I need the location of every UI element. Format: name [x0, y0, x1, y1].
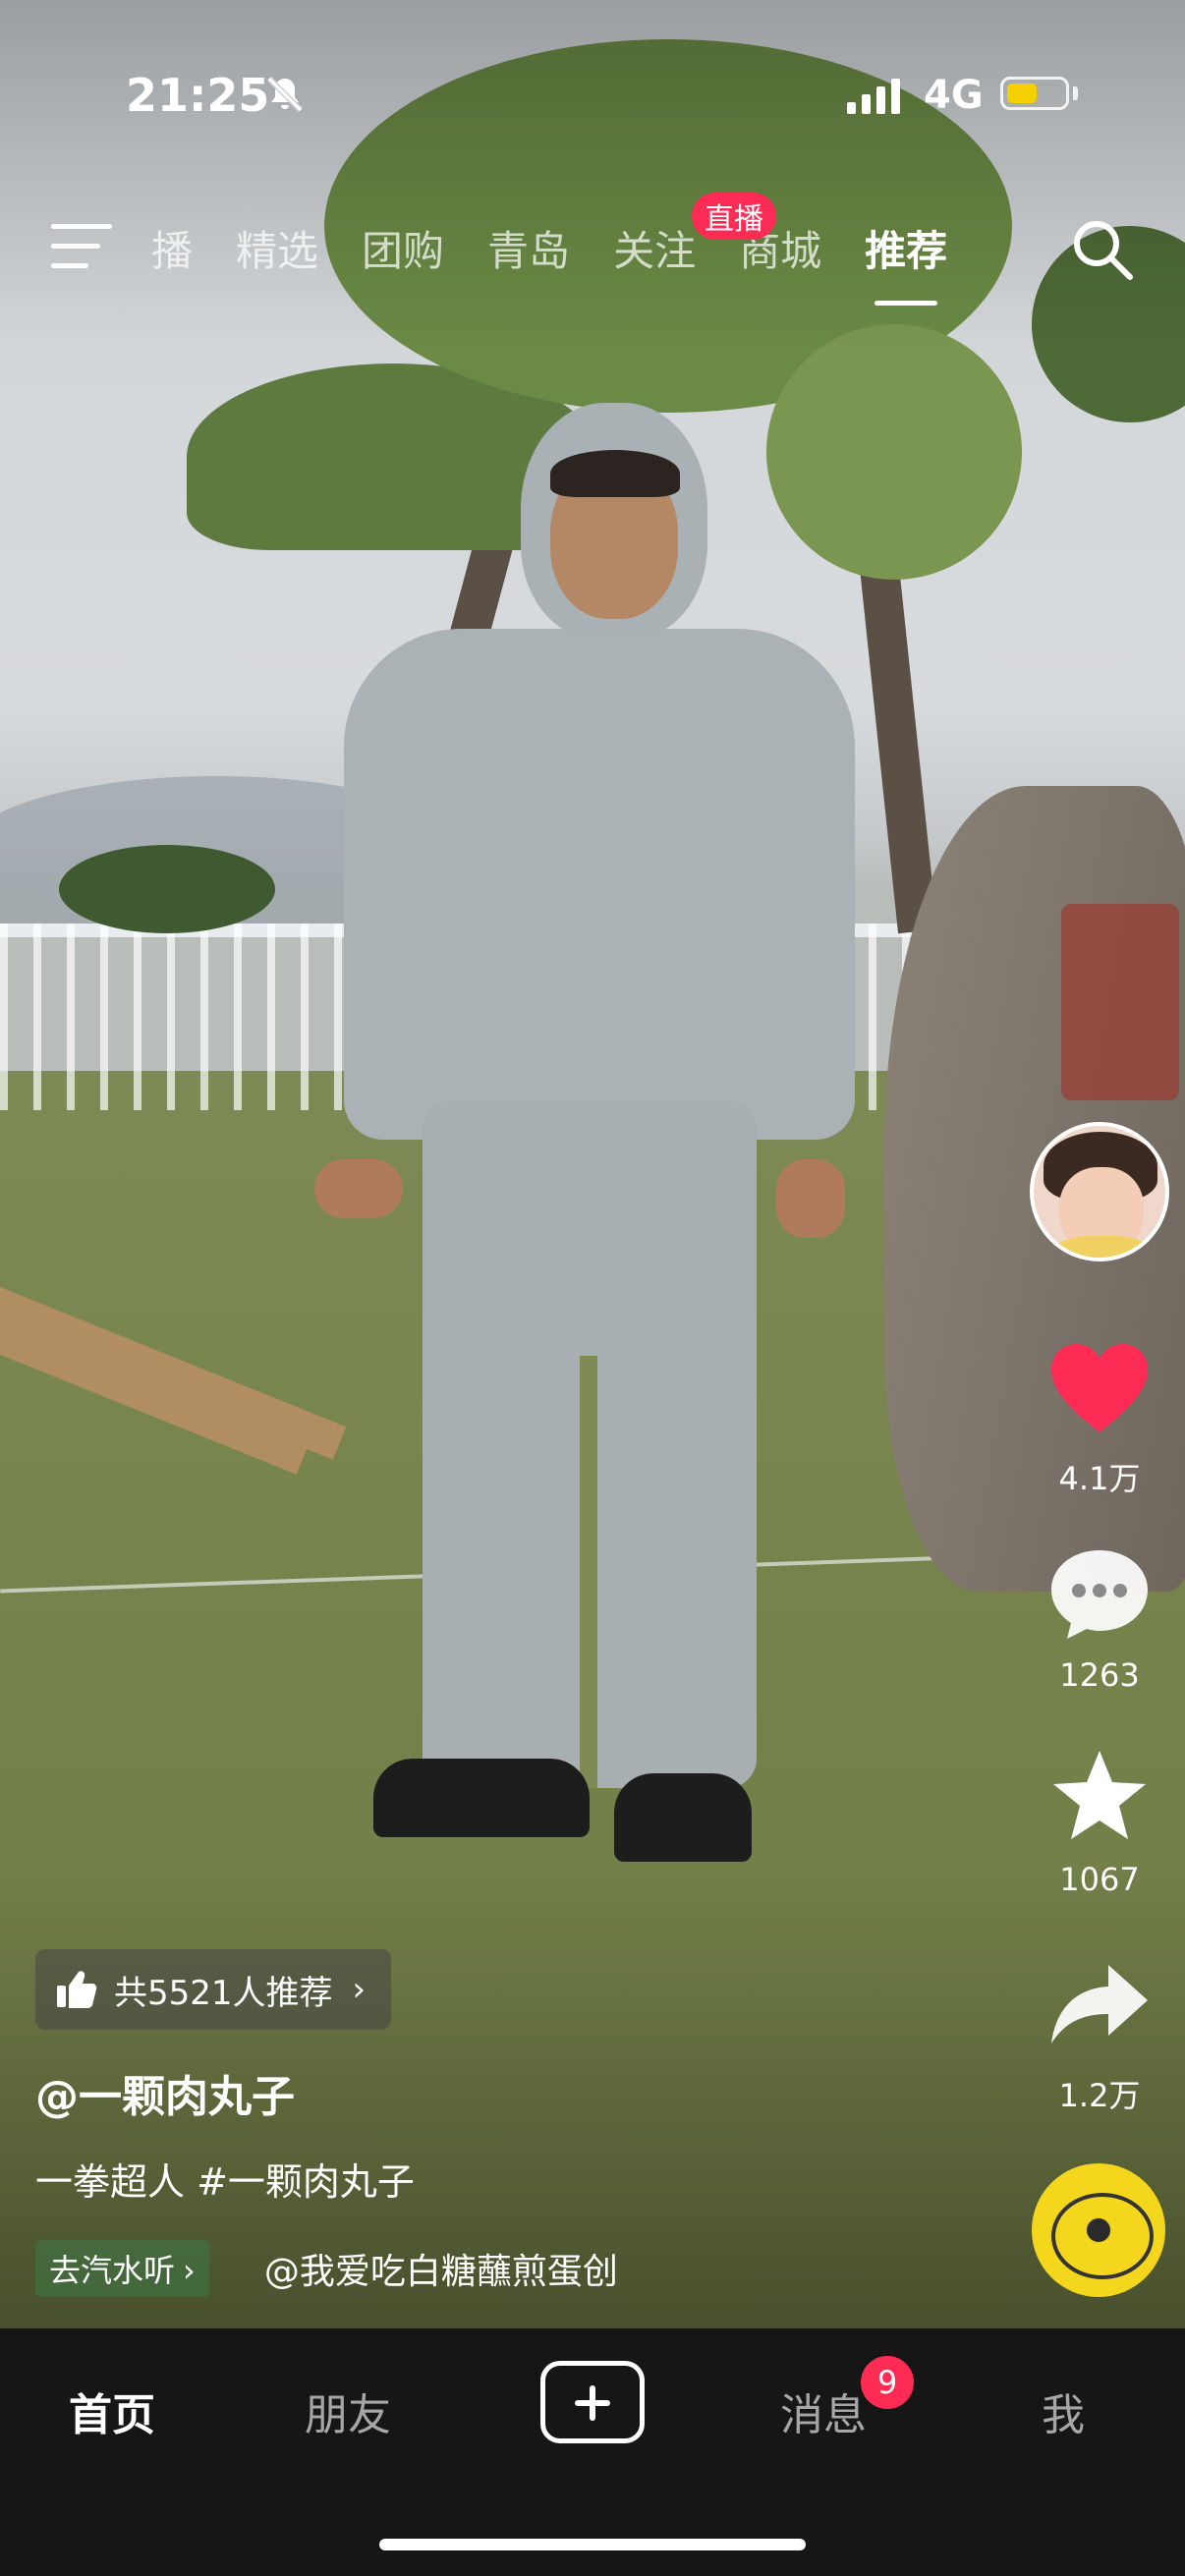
nav-profile[interactable]: 我: [1042, 2380, 1085, 2442]
search-icon[interactable]: [1069, 216, 1136, 283]
chevron-right-icon: ›: [352, 1970, 367, 2009]
music-disc-icon[interactable]: [1032, 2163, 1165, 2297]
bell-off-icon: [266, 76, 304, 113]
top-gradient: [0, 0, 1185, 354]
music-app-label: 去汽水听: [49, 2252, 176, 2289]
network-type: 4G: [924, 73, 984, 118]
create-button[interactable]: [540, 2361, 645, 2443]
menu-icon[interactable]: [51, 224, 112, 269]
recommend-pill[interactable]: 共5521人推荐 ›: [35, 1949, 392, 2030]
recommend-text: 共5521人推荐: [114, 1973, 333, 2013]
thumbs-up-icon: [57, 1971, 97, 2008]
comment-count: 1263: [1059, 1656, 1140, 1694]
person-pants-gap: [580, 1356, 597, 1788]
active-tab-indicator: [875, 301, 938, 306]
share-count: 1.2万: [1058, 2077, 1141, 2114]
chevron-right-icon: ›: [183, 2252, 196, 2289]
status-time: 21:25: [126, 69, 270, 122]
top-tab-bar: 播 精选 团购 青岛 关注 商城 推荐: [151, 218, 990, 306]
person-hand: [776, 1159, 845, 1238]
tab-group-buy[interactable]: 团购: [362, 218, 444, 277]
live-badge: 直播: [692, 193, 776, 240]
person-shoe: [373, 1759, 590, 1837]
nav-home[interactable]: 首页: [69, 2380, 155, 2442]
share-icon[interactable]: [1047, 1957, 1152, 2055]
author-name[interactable]: @一颗肉丸子: [35, 2061, 295, 2124]
comment-icon[interactable]: [1047, 1544, 1152, 1643]
music-row: 去汽水听 › @我爱吃白糖蘸煎蛋创: [35, 2240, 618, 2297]
home-indicator: [379, 2539, 806, 2550]
tree-canopy: [59, 845, 275, 933]
rock-carving: [1061, 904, 1179, 1100]
like-count: 4.1万: [1058, 1460, 1141, 1497]
tab-live[interactable]: 播: [151, 218, 193, 277]
tab-recommend[interactable]: 推荐: [865, 218, 948, 306]
person-shoe: [614, 1773, 752, 1862]
music-credit[interactable]: @我爱吃白糖蘸煎蛋创: [264, 2243, 618, 2294]
tab-following[interactable]: 关注: [613, 218, 696, 277]
person-hand: [314, 1159, 403, 1218]
tree-canopy: [766, 324, 1022, 580]
tab-recommend-label: 推荐: [865, 227, 948, 275]
person-hoodie: [344, 629, 855, 1140]
tab-local[interactable]: 青岛: [487, 218, 570, 277]
person-hair: [550, 450, 680, 497]
signal-icon: [847, 79, 900, 114]
battery-tip: [1073, 86, 1078, 100]
creator-avatar[interactable]: [1030, 1122, 1169, 1261]
video-description[interactable]: 一拳超人 #一颗肉丸子: [35, 2152, 415, 2206]
nav-messages[interactable]: 消息: [780, 2380, 867, 2442]
tab-featured[interactable]: 精选: [236, 218, 318, 277]
star-icon[interactable]: [1047, 1747, 1152, 1845]
heart-icon[interactable]: [1047, 1340, 1152, 1438]
message-badge: 9: [861, 2356, 914, 2409]
favorite-count: 1067: [1059, 1861, 1140, 1898]
nav-friends[interactable]: 朋友: [305, 2380, 391, 2442]
music-app-tag[interactable]: 去汽水听 ›: [35, 2240, 209, 2297]
battery-icon: [1000, 77, 1069, 110]
